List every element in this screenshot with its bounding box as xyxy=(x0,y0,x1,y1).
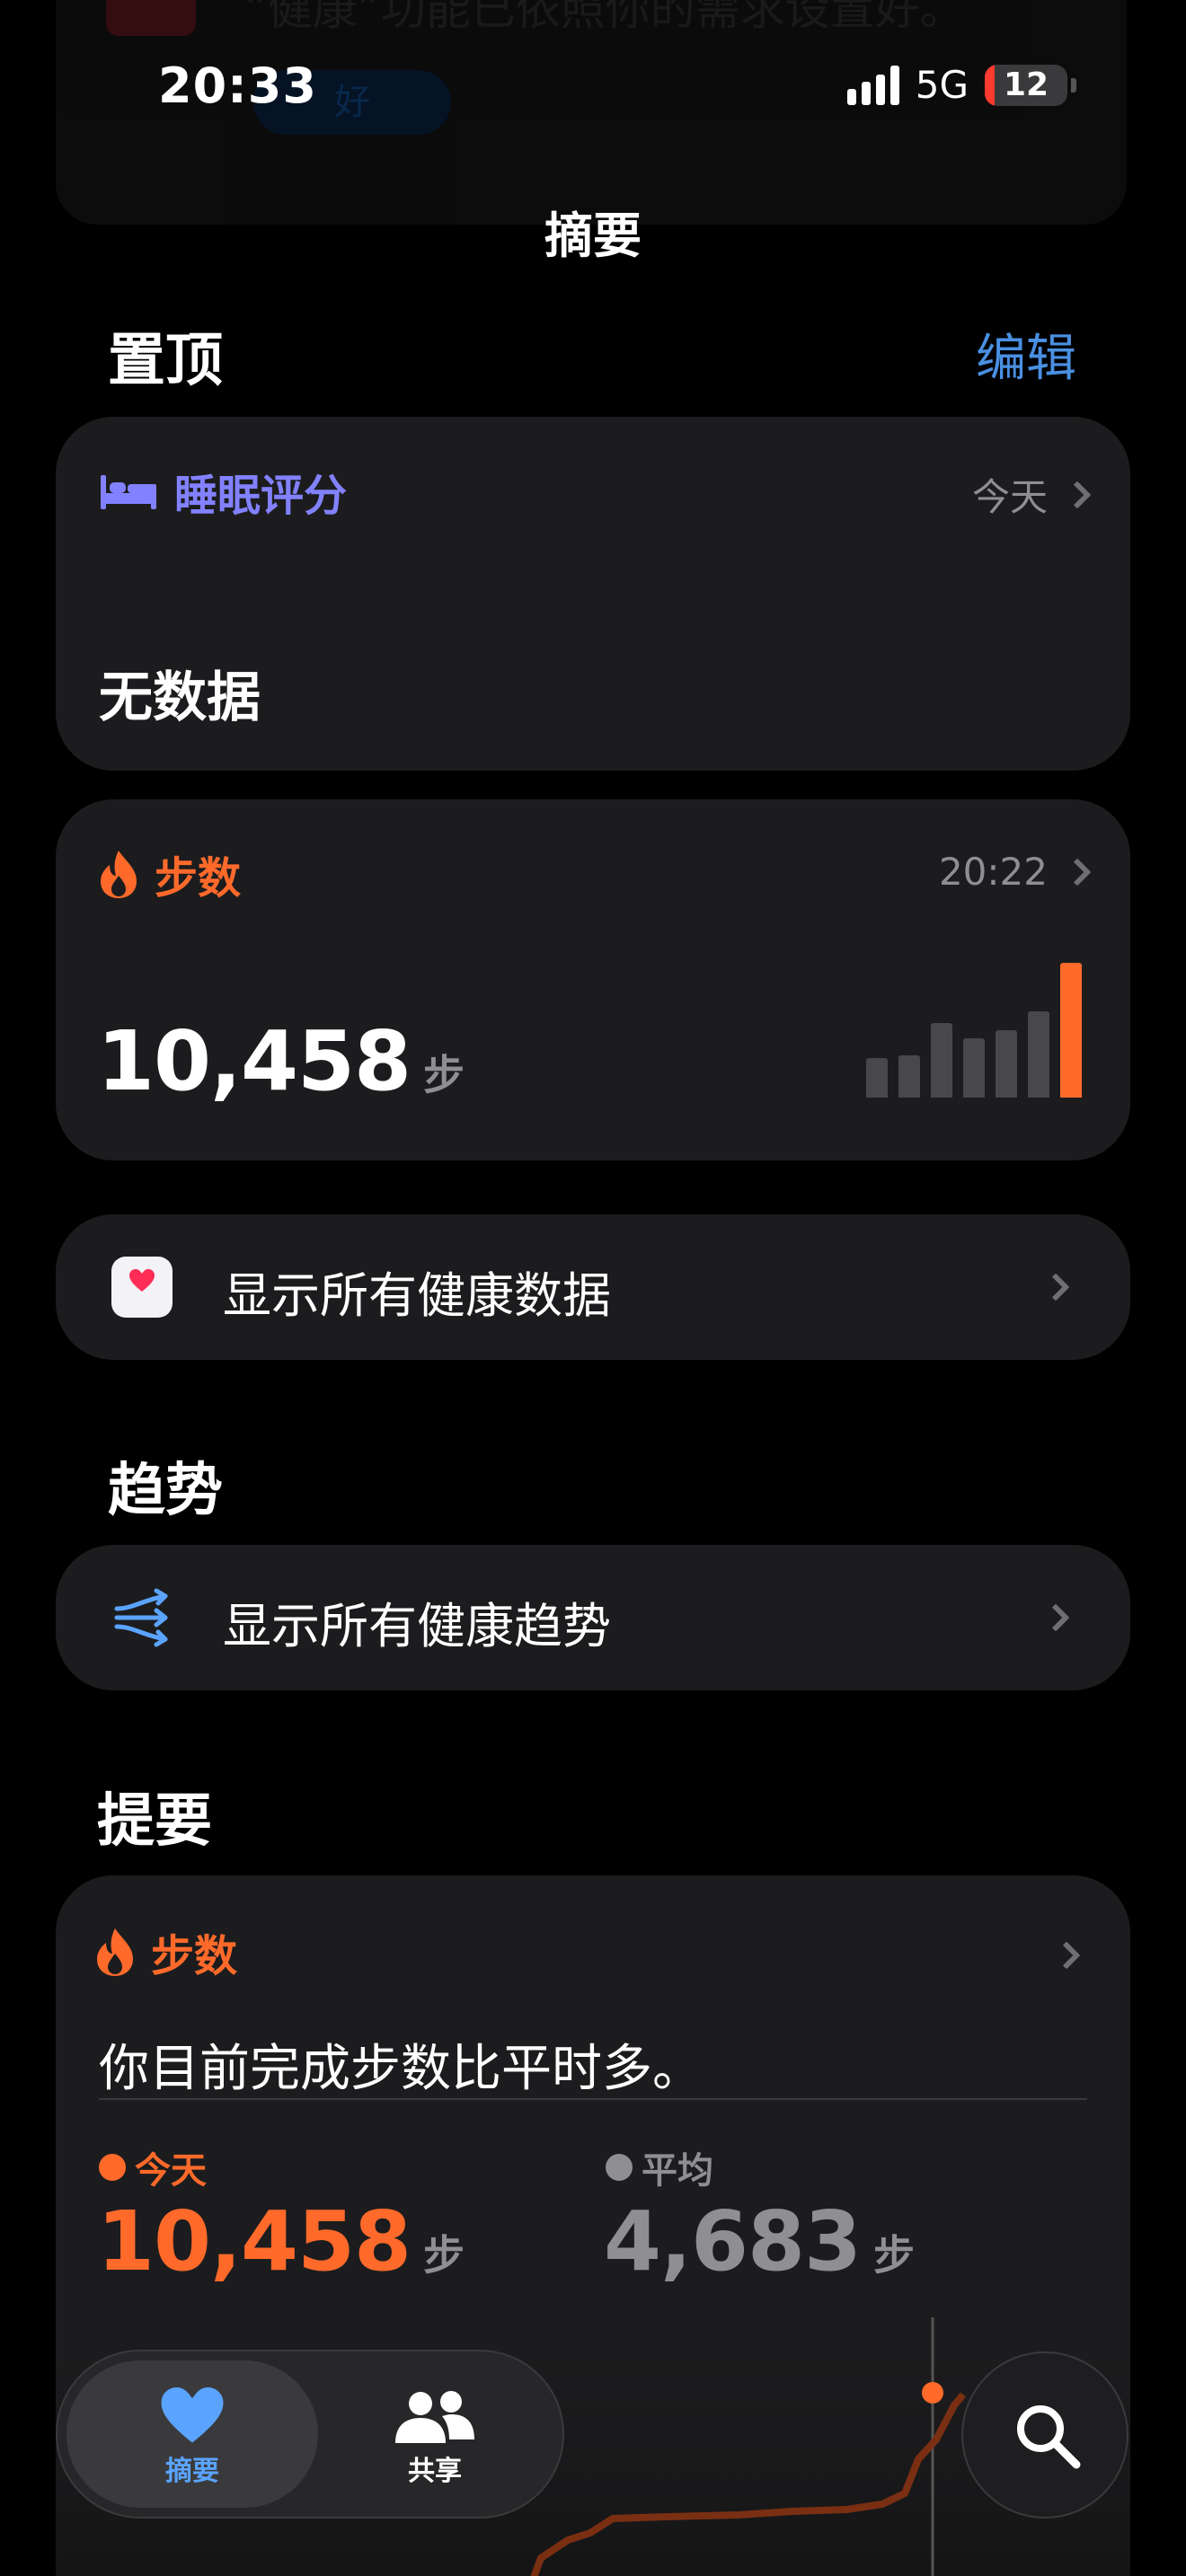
heart-icon xyxy=(161,2387,224,2443)
health-app-icon xyxy=(111,1257,173,1318)
steps-mini-chart xyxy=(866,963,1082,1098)
steps-card-reading: 10,458 步 xyxy=(97,1013,465,1109)
tab-summary-label: 摘要 xyxy=(165,2456,219,2487)
highlight-message: 你目前完成步数比平时多。 xyxy=(99,2040,703,2098)
flame-icon xyxy=(101,851,137,898)
edit-button[interactable]: 编辑 xyxy=(976,318,1076,391)
steps-card-meta: 20:22 xyxy=(938,850,1092,894)
flame-icon xyxy=(97,1928,133,1976)
today-dot xyxy=(99,2154,126,2181)
health-summary-screen: “健康”功能已依照你的需求设置好。 好 20:33 5G 12 摘要 置顶 编辑… xyxy=(0,0,1186,2576)
steps-mini-bar xyxy=(996,1030,1017,1098)
steps-card-title: 步数 xyxy=(155,853,242,904)
search-button[interactable] xyxy=(961,2351,1128,2519)
battery-tip xyxy=(1071,77,1076,93)
steps-card[interactable]: 步数 20:22 10,458 步 xyxy=(56,799,1130,1160)
steps-mini-bar xyxy=(931,1023,952,1098)
average-dot xyxy=(606,2154,633,2181)
tab-sharing[interactable]: 共享 xyxy=(318,2360,552,2508)
sleep-score-card[interactable]: 睡眠评分 今天 无数据 xyxy=(56,417,1130,771)
steps-mini-bar xyxy=(1028,1011,1049,1098)
average-label: 平均 xyxy=(642,2150,713,2192)
people-icon xyxy=(395,2391,474,2443)
highlight-divider xyxy=(99,2098,1087,2100)
steps-mini-bar xyxy=(898,1055,920,1098)
battery-icon: 12 xyxy=(985,64,1067,106)
show-all-health-data-row[interactable]: 显示所有健康数据 xyxy=(56,1214,1130,1360)
search-icon xyxy=(1017,2405,1081,2469)
today-legend: 今天 xyxy=(99,2141,207,2193)
sleep-card-date: 今天 xyxy=(971,475,1048,519)
status-time: 20:33 xyxy=(158,57,317,114)
today-unit: 步 xyxy=(423,2231,465,2280)
tab-summary[interactable]: 摘要 xyxy=(66,2360,318,2508)
chevron-right-icon xyxy=(1063,480,1092,509)
network-type: 5G xyxy=(915,63,969,107)
today-label: 今天 xyxy=(135,2150,207,2192)
show-all-health-data-label: 显示所有健康数据 xyxy=(223,1267,611,1324)
chevron-right-icon xyxy=(1041,1603,1070,1632)
current-point-marker xyxy=(922,2382,943,2404)
steps-mini-bar xyxy=(866,1058,888,1098)
tab-sharing-label: 共享 xyxy=(408,2456,462,2487)
show-all-trends-label: 显示所有健康趋势 xyxy=(223,1598,611,1654)
trends-section-title: 趋势 xyxy=(108,1458,223,1524)
sleep-card-title: 睡眠评分 xyxy=(174,471,348,521)
today-value: 10,458 xyxy=(97,2193,412,2289)
bed-icon xyxy=(101,475,156,509)
chevron-right-icon xyxy=(1052,1941,1081,1970)
status-indicators: 5G 12 xyxy=(846,63,1076,107)
steps-card-time: 20:22 xyxy=(938,850,1048,894)
banner-icon xyxy=(106,0,196,36)
steps-mini-bar xyxy=(963,1038,985,1098)
pinned-section-title: 置顶 xyxy=(108,328,223,394)
cellular-signal-icon xyxy=(846,65,899,105)
highlight-card-title: 步数 xyxy=(151,1931,238,1981)
average-value: 4,683 xyxy=(604,2193,862,2289)
average-unit: 步 xyxy=(873,2231,916,2280)
sleep-card-meta: 今天 xyxy=(971,467,1092,522)
battery-level: 12 xyxy=(1003,66,1049,103)
steps-card-header: 步数 xyxy=(99,842,241,905)
chevron-right-icon xyxy=(1063,857,1092,887)
average-reading: 4,683 步 xyxy=(604,2193,915,2289)
show-all-trends-row[interactable]: 显示所有健康趋势 xyxy=(56,1545,1130,1690)
today-reading: 10,458 步 xyxy=(97,2193,465,2289)
highlight-card-header: 步数 xyxy=(95,1920,237,1983)
tab-bar: 摘要 共享 xyxy=(56,2350,564,2519)
steps-card-value: 10,458 xyxy=(97,1013,412,1109)
chevron-right-icon xyxy=(1041,1273,1070,1301)
sleep-card-value: 无数据 xyxy=(99,666,261,729)
steps-card-unit: 步 xyxy=(423,1051,465,1099)
highlights-section-title: 提要 xyxy=(97,1788,212,1855)
steps-mini-bar xyxy=(1060,963,1082,1098)
banner-text: “健康”功能已依照你的需求设置好。 xyxy=(244,0,965,35)
page-title: 摘要 xyxy=(544,207,642,264)
average-legend: 平均 xyxy=(606,2141,713,2193)
trend-arrows-icon xyxy=(114,1588,168,1647)
sleep-card-header: 睡眠评分 xyxy=(99,460,347,523)
